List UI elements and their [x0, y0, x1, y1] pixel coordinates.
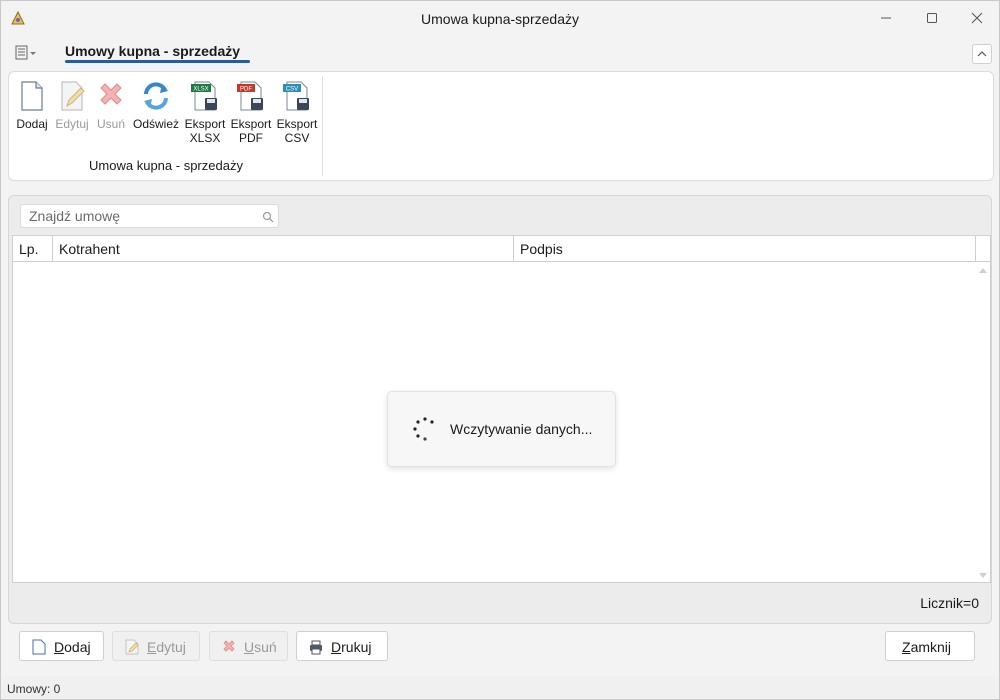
loading-spinner-icon [413, 417, 434, 441]
refresh-icon [144, 82, 168, 110]
ribbon-export-pdf-label-2: PDF [239, 131, 263, 145]
ribbon-export-pdf-button[interactable]: PDF Eksport PDF [229, 80, 273, 145]
status-text: Umowy: 0 [7, 682, 61, 696]
window-title: Umowa kupna-sprzedaży [421, 11, 579, 27]
status-bar: Umowy: 0 [1, 677, 999, 699]
active-tab-indicator [65, 60, 250, 63]
csv-badge: CSV [286, 87, 298, 93]
edit-button[interactable]: Edytuj [112, 631, 200, 661]
ribbon-add-label: Dodaj [16, 117, 48, 131]
close-dialog-button[interactable]: Zamknij [885, 631, 975, 661]
edit-document-icon [61, 81, 85, 111]
search-box[interactable] [20, 204, 279, 228]
title-bar[interactable]: Umowa kupna-sprzedaży [1, 1, 999, 35]
column-header-podpis[interactable]: Podpis [514, 236, 976, 262]
delete-button[interactable]: Usuń [209, 631, 288, 661]
maximize-button[interactable] [909, 1, 955, 35]
export-xlsx-icon: XLSX [191, 81, 217, 111]
application-window: Umowa kupna-sprzedaży Umowy kupna - sprz… [0, 0, 1000, 700]
menu-icon[interactable] [15, 45, 39, 61]
ribbon-edit-button[interactable]: Edytuj [53, 80, 91, 131]
ribbon-export-csv-label-1: Eksport [276, 117, 318, 131]
collapse-ribbon-button[interactable] [972, 44, 992, 64]
printer-icon [310, 640, 322, 655]
pdf-badge: PDF [240, 87, 252, 93]
loading-text: Wczytywanie danych... [450, 421, 593, 437]
close-icon [971, 12, 983, 24]
ribbon-export-xlsx-button[interactable]: XLSX Eksport XLSX [183, 80, 227, 145]
export-pdf-icon: PDF [237, 81, 263, 111]
column-header-kontrahent[interactable]: Kotrahent [53, 236, 514, 262]
column-header-lp[interactable]: Lp. [13, 236, 53, 262]
ribbon-export-pdf-label-1: Eksport [230, 117, 272, 131]
add-button-label: Dodaj [54, 639, 91, 655]
ribbon-group-separator [322, 76, 323, 176]
ribbon-panel: Dodaj Edytuj Usuń Odśwież XLSX Eksport X… [8, 71, 994, 181]
tab-umowy[interactable]: Umowy kupna - sprzedaży [65, 43, 240, 59]
ribbon-export-xlsx-label-1: Eksport [184, 117, 226, 131]
table-header: Lp. Kotrahent Podpis [13, 236, 990, 262]
loading-overlay: Wczytywanie danych... [387, 391, 616, 467]
ribbon-delete-button[interactable]: Usuń [93, 80, 129, 131]
scroll-up-arrow-icon[interactable] [978, 266, 988, 274]
ribbon-refresh-button[interactable]: Odśwież [131, 80, 181, 131]
scroll-down-arrow-icon[interactable] [978, 572, 988, 580]
close-dialog-button-label: Zamknij [902, 639, 952, 655]
export-csv-icon: CSV [283, 81, 309, 111]
ribbon-export-csv-button[interactable]: CSV Eksport CSV [275, 80, 319, 145]
add-button[interactable]: Dodaj [19, 631, 104, 661]
ribbon-add-button[interactable]: Dodaj [13, 80, 51, 131]
edit-icon [125, 639, 139, 655]
search-icon [262, 211, 274, 223]
delete-button-label: Usuń [244, 639, 277, 655]
ribbon-tab-row: Umowy kupna - sprzedaży [1, 35, 999, 69]
delete-icon [100, 83, 122, 105]
print-button-label: Drukuj [331, 639, 372, 655]
ribbon-delete-label: Usuń [96, 117, 125, 131]
minimize-icon [881, 17, 891, 19]
new-document-icon [21, 81, 43, 111]
print-button[interactable]: Drukuj [296, 631, 388, 661]
ribbon-edit-label: Edytuj [55, 117, 89, 131]
record-counter: Licznik=0 [920, 595, 979, 611]
close-button[interactable] [954, 1, 1000, 35]
search-input[interactable] [21, 205, 261, 227]
maximize-icon [927, 13, 937, 23]
new-document-icon [32, 639, 46, 655]
xlsx-badge: XLSX [193, 87, 208, 93]
edit-button-label: Edytuj [147, 639, 186, 655]
delete-icon [223, 640, 235, 652]
ribbon-export-xlsx-label-2: XLSX [189, 131, 221, 145]
ribbon-export-csv-label-2: CSV [284, 131, 310, 145]
chevron-up-icon [977, 51, 987, 57]
minimize-button[interactable] [863, 1, 909, 35]
ribbon-group-label: Umowa kupna - sprzedaży [89, 158, 243, 173]
ribbon-refresh-label: Odśwież [132, 117, 179, 131]
